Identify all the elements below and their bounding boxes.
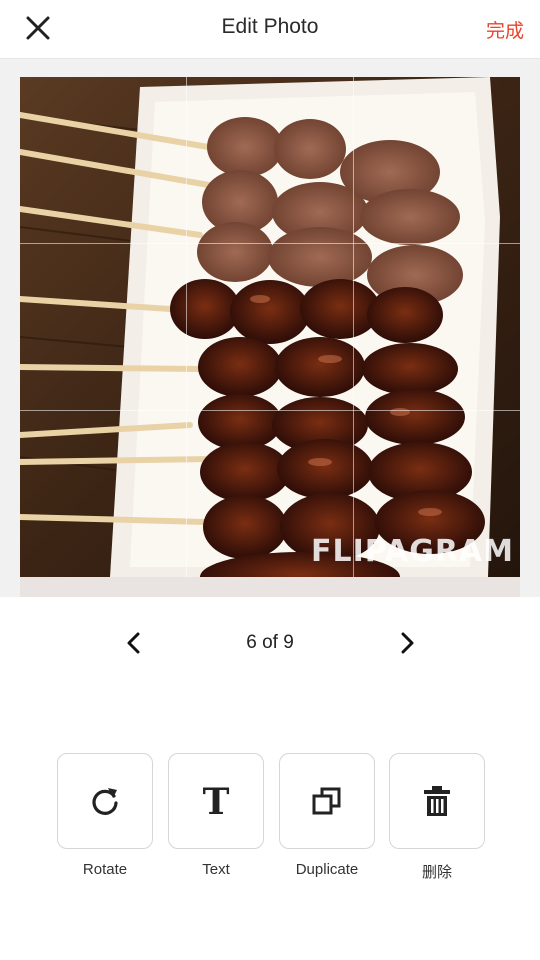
- next-photo-button[interactable]: [392, 628, 422, 658]
- grid-line: [186, 77, 187, 577]
- duplicate-label: Duplicate: [295, 861, 359, 878]
- grid-line: [20, 243, 520, 244]
- rotate-icon: [92, 788, 118, 815]
- delete-button[interactable]: [389, 753, 485, 849]
- grid-line: [20, 410, 520, 411]
- page-title: Edit Photo: [221, 15, 319, 38]
- photo-bottom-strip: [20, 577, 520, 597]
- text-button[interactable]: T: [168, 753, 264, 849]
- trash-icon: [424, 786, 450, 816]
- chevron-right-icon: [401, 632, 414, 654]
- done-button[interactable]: 完成: [486, 16, 524, 43]
- text-icon: T: [203, 784, 230, 818]
- header-bar: Edit Photo 完成: [0, 0, 540, 59]
- photo-counter: 6 of 9: [246, 632, 294, 653]
- rotate-button[interactable]: [57, 753, 153, 849]
- svg-text:T: T: [203, 784, 230, 818]
- delete-label: 删除: [421, 863, 452, 881]
- skewers-photo: [20, 77, 520, 577]
- rotate-label: Rotate: [82, 861, 128, 878]
- grid-line: [353, 77, 354, 577]
- duplicate-icon: [312, 787, 341, 815]
- watermark-logo: FLIPAGRAM: [310, 534, 514, 569]
- photo-canvas[interactable]: FLIPAGRAM: [20, 77, 520, 577]
- text-label: Text: [202, 861, 230, 878]
- duplicate-button[interactable]: [279, 753, 375, 849]
